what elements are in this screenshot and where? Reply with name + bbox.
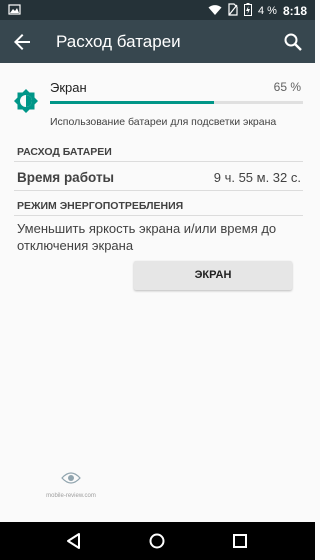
wifi-icon [208, 4, 222, 19]
screen-usage-row[interactable]: Экран 65 % Использование батареи для под… [0, 63, 315, 138]
watermark-text: mobile-review.com [46, 493, 96, 499]
status-bar: 4 % 8:18 [0, 0, 315, 20]
battery-charging-icon [244, 3, 252, 19]
page-title: Расход батареи [56, 32, 181, 51]
clock: 8:18 [282, 4, 307, 18]
arrow-back-icon[interactable] [10, 30, 34, 54]
screen-usage-bar-fill [50, 101, 215, 104]
nav-back-icon[interactable] [64, 531, 84, 551]
image-icon [8, 3, 21, 19]
brightness-icon [12, 87, 40, 115]
status-icons: 4 % 8:18 [208, 3, 307, 19]
battery-percent: 4 % [258, 5, 277, 17]
uptime-label: Время работы [17, 170, 115, 185]
screen-usage-description: Использование батареи для подсветки экра… [50, 116, 277, 128]
watermark: mobile-review.com [46, 470, 96, 499]
screen-settings-button[interactable]: ЭКРАН [134, 261, 292, 290]
nav-home-icon[interactable] [147, 531, 167, 551]
uptime-value: 9 ч. 55 м. 32 с. [213, 170, 301, 185]
divider [14, 161, 303, 162]
power-mode-description: Уменьшить яркость экрана и/или время до … [17, 221, 277, 253]
search-icon[interactable] [281, 30, 305, 54]
toolbar: Расход батареи [0, 20, 315, 63]
watermark-logo [61, 472, 81, 484]
no-sim-icon [228, 3, 238, 19]
battery-section-header: РАСХОД БАТАРЕИ [17, 146, 112, 158]
divider [14, 215, 303, 216]
power-mode-section-header: РЕЖИМ ЭНЕРГОПОТРЕБЛЕНИЯ [17, 200, 184, 212]
divider [14, 190, 303, 191]
nav-recents-icon[interactable] [230, 531, 250, 551]
screen-usage-label: Экран [50, 80, 87, 95]
screen-usage-percent: 65 % [273, 80, 301, 94]
nav-bar [0, 522, 315, 560]
screen-usage-bar [50, 101, 303, 104]
